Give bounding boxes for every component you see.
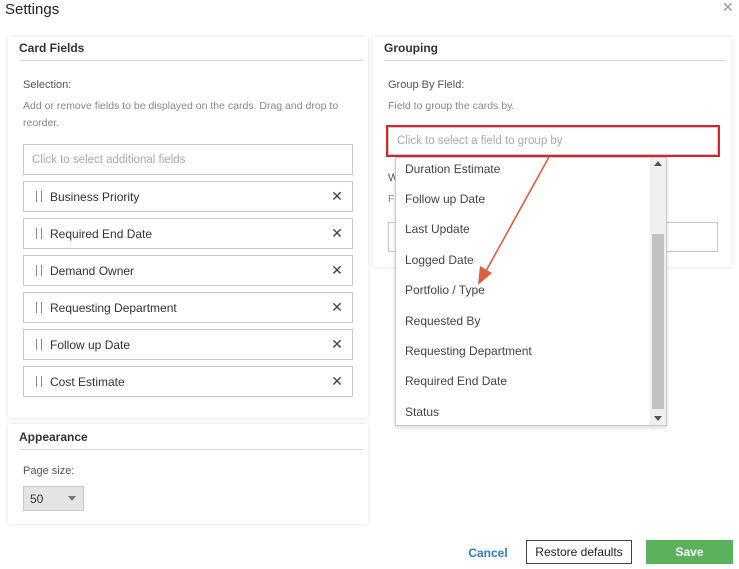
dropdown-option[interactable]: Follow up Date xyxy=(405,192,485,206)
hidden-help-fragment: F xyxy=(388,193,395,205)
dropdown-option[interactable]: Portfolio / Type xyxy=(405,283,485,297)
dropdown-option[interactable]: Status xyxy=(405,405,439,419)
card-fields-title: Card Fields xyxy=(19,41,363,61)
dropdown-option[interactable]: Requested By xyxy=(405,314,480,328)
scroll-thumb[interactable] xyxy=(652,234,664,409)
card-field-label: Required End Date xyxy=(50,226,153,241)
drag-handle-icon[interactable] xyxy=(36,302,42,313)
selection-label: Selection: xyxy=(23,79,72,91)
page-size-value: 50 xyxy=(30,491,44,506)
dropdown-option[interactable]: Requesting Department xyxy=(405,344,532,358)
card-field-label: Demand Owner xyxy=(50,263,135,278)
card-field-row[interactable]: Demand Owner ✕ xyxy=(23,255,353,286)
close-icon[interactable]: ✕ xyxy=(722,0,734,16)
drag-handle-icon[interactable] xyxy=(36,376,42,387)
dropdown-scrollbar[interactable] xyxy=(650,158,666,425)
scroll-up-icon[interactable] xyxy=(654,161,662,166)
dropdown-option[interactable]: Last Update xyxy=(405,222,470,236)
card-field-label: Follow up Date xyxy=(50,337,131,352)
card-field-row[interactable]: Requesting Department ✕ xyxy=(23,292,353,323)
dropdown-option[interactable]: Logged Date xyxy=(405,253,474,267)
group-by-help: Field to group the cards by. xyxy=(388,100,515,112)
page-size-label: Page size: xyxy=(23,465,75,477)
drag-handle-icon[interactable] xyxy=(36,265,42,276)
remove-field-icon[interactable]: ✕ xyxy=(322,188,352,205)
remove-field-icon[interactable]: ✕ xyxy=(322,336,352,353)
save-button[interactable]: Save xyxy=(646,540,733,564)
dropdown-option[interactable]: Required End Date xyxy=(405,374,507,388)
drag-handle-icon[interactable] xyxy=(36,228,42,239)
remove-field-icon[interactable]: ✕ xyxy=(322,225,352,242)
chevron-down-icon xyxy=(68,496,76,501)
remove-field-icon[interactable]: ✕ xyxy=(322,299,352,316)
dropdown-option[interactable]: Duration Estimate xyxy=(405,162,500,176)
grouping-title: Grouping xyxy=(384,41,727,61)
card-field-row[interactable]: Business Priority ✕ xyxy=(23,181,353,212)
selection-help: Add or remove fields to be displayed on … xyxy=(23,100,339,129)
remove-field-icon[interactable]: ✕ xyxy=(322,262,352,279)
group-by-label: Group By Field: xyxy=(388,79,465,91)
card-field-label: Business Priority xyxy=(50,189,140,204)
scroll-down-icon[interactable] xyxy=(654,416,662,421)
remove-field-icon[interactable]: ✕ xyxy=(322,373,352,390)
cancel-button[interactable]: Cancel xyxy=(466,542,510,564)
page-size-select[interactable]: 50 xyxy=(23,486,84,511)
appearance-title: Appearance xyxy=(19,430,363,450)
restore-defaults-button[interactable]: Restore defaults xyxy=(526,540,632,564)
card-field-row[interactable]: Cost Estimate ✕ xyxy=(23,366,353,397)
group-by-dropdown[interactable]: Duration Estimate Follow up Date Last Up… xyxy=(395,157,667,426)
dialog-title: Settings xyxy=(5,1,60,18)
card-field-row[interactable]: Follow up Date ✕ xyxy=(23,329,353,360)
card-field-label: Cost Estimate xyxy=(50,374,125,389)
additional-fields-input[interactable]: Click to select additional fields xyxy=(23,144,353,175)
drag-handle-icon[interactable] xyxy=(36,339,42,350)
annotation-highlight-box xyxy=(386,125,720,157)
card-field-row[interactable]: Required End Date ✕ xyxy=(23,218,353,249)
card-field-label: Requesting Department xyxy=(50,300,177,315)
drag-handle-icon[interactable] xyxy=(36,191,42,202)
